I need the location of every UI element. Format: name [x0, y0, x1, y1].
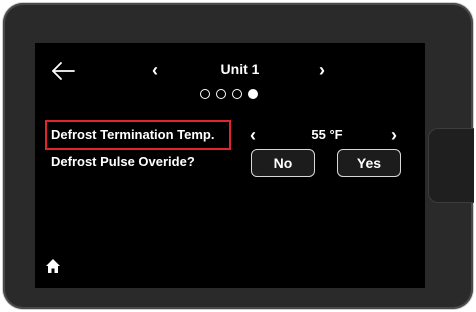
back-arrow-icon[interactable]: [50, 58, 76, 84]
page-dot[interactable]: [200, 89, 210, 99]
display-screen: ‹ Unit 1 › Defrost Termination Temp. ‹ 5…: [35, 43, 425, 288]
temp-increase-chevron-icon[interactable]: ›: [391, 125, 397, 145]
defrost-pulse-label: Defrost Pulse Overide?: [51, 154, 195, 169]
no-button[interactable]: No: [251, 149, 315, 177]
page-dot[interactable]: [232, 89, 242, 99]
device-frame: ‹ Unit 1 › Defrost Termination Temp. ‹ 5…: [3, 3, 474, 309]
temp-decrease-chevron-icon[interactable]: ‹: [250, 125, 256, 145]
defrost-temp-label: Defrost Termination Temp.: [51, 127, 215, 142]
side-button[interactable]: [428, 128, 474, 203]
page-dot-active[interactable]: [248, 89, 258, 99]
next-unit-chevron-icon[interactable]: ›: [319, 60, 325, 80]
yes-button[interactable]: Yes: [337, 149, 401, 177]
unit-title: Unit 1: [220, 61, 260, 77]
page-dot[interactable]: [216, 89, 226, 99]
page-indicator: [200, 89, 258, 103]
prev-unit-chevron-icon[interactable]: ‹: [152, 60, 158, 80]
home-icon[interactable]: [45, 258, 61, 274]
defrost-temp-value: 55 °F: [311, 127, 343, 142]
